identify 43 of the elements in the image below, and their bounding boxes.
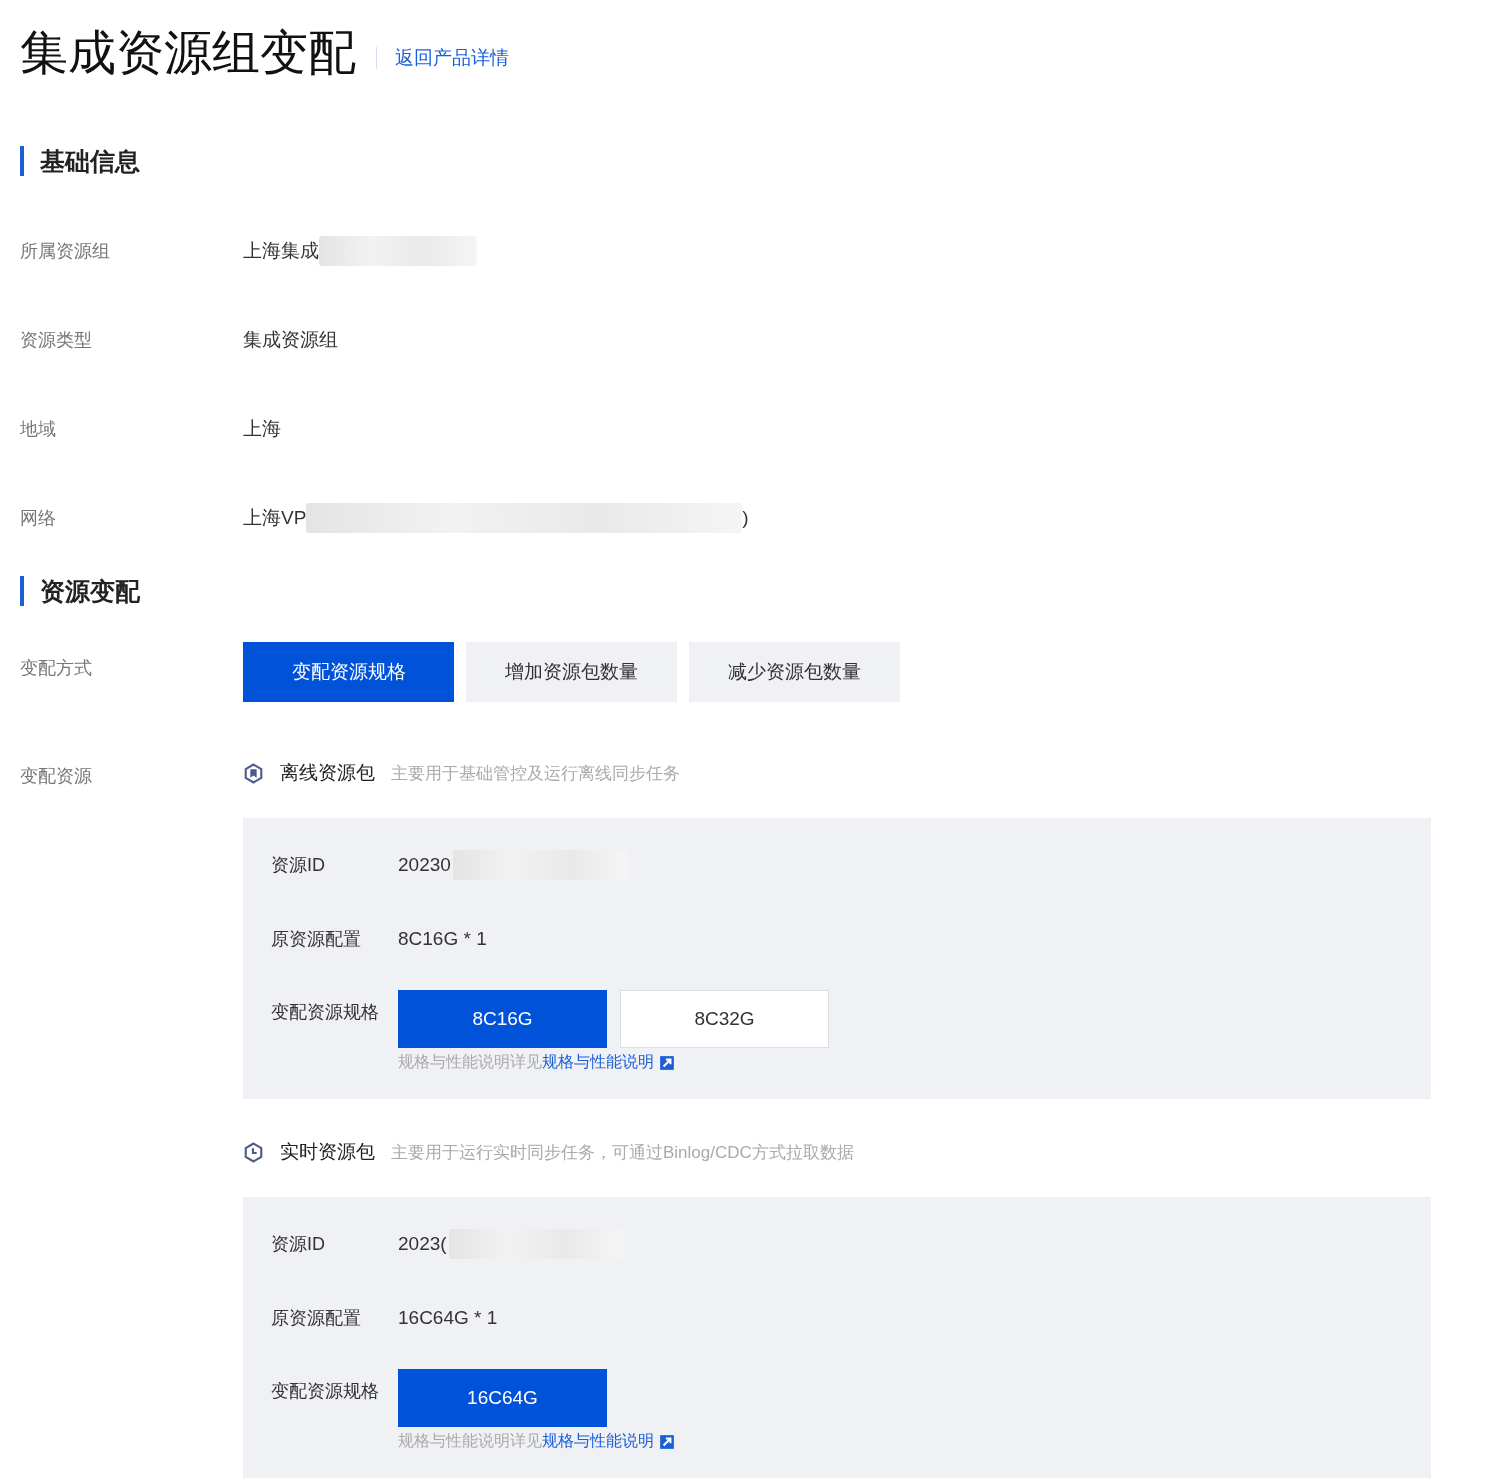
- hexagon-icon: [243, 762, 264, 784]
- field-value: 8C16G * 1: [398, 928, 487, 950]
- spec-link[interactable]: 规格与性能说明: [542, 1431, 654, 1452]
- field-value: 20230: [398, 854, 451, 876]
- spec-option[interactable]: 8C16G: [398, 990, 607, 1048]
- field-label: 网络: [20, 506, 57, 530]
- field-value: 上海: [243, 416, 281, 441]
- field-label: 变配资源规格: [271, 1380, 380, 1403]
- field-label: 资源ID: [271, 1233, 326, 1256]
- hint-text: 规格与性能说明详见: [398, 1431, 542, 1451]
- back-link[interactable]: 返回产品详情: [395, 45, 509, 71]
- field-value: 集成资源组: [243, 327, 338, 352]
- field-value: 上海VP: [243, 505, 307, 530]
- page-title: 集成资源组变配: [20, 25, 356, 81]
- hint-text: 规格与性能说明详见: [398, 1052, 542, 1072]
- field-label: 变配方式: [20, 657, 93, 680]
- field-value: ): [742, 506, 749, 529]
- mode-tab[interactable]: 减少资源包数量: [689, 642, 900, 702]
- section-heading: 基础信息: [20, 146, 1431, 176]
- package-name: 实时资源包: [280, 1140, 375, 1164]
- field-label: 地域: [20, 417, 57, 441]
- mode-tab[interactable]: 变配资源规格: [243, 642, 454, 702]
- spec-link[interactable]: 规格与性能说明: [542, 1052, 654, 1073]
- field-label: 原资源配置: [271, 1307, 362, 1330]
- package-description: 主要用于运行实时同步任务，可通过Binlog/CDC方式拉取数据: [391, 1141, 854, 1164]
- field-label: 资源类型: [20, 328, 93, 352]
- section-heading: 资源变配: [20, 576, 1431, 606]
- field-label: 变配资源规格: [271, 1001, 380, 1024]
- external-link-icon[interactable]: [659, 1433, 675, 1450]
- spec-option[interactable]: 16C64G: [398, 1369, 607, 1427]
- spec-option[interactable]: 8C32G: [620, 990, 829, 1048]
- field-label: 资源ID: [271, 854, 326, 877]
- package-description: 主要用于基础管控及运行离线同步任务: [391, 762, 680, 785]
- field-value: 16C64G * 1: [398, 1307, 498, 1329]
- external-link-icon[interactable]: [659, 1054, 675, 1071]
- field-label: 原资源配置: [271, 928, 362, 951]
- field-value: 上海集成: [243, 238, 319, 263]
- field-label: 所属资源组: [20, 239, 111, 263]
- package-name: 离线资源包: [280, 761, 375, 785]
- mode-tab[interactable]: 增加资源包数量: [466, 642, 677, 702]
- field-label: 变配资源: [20, 765, 93, 788]
- clock-icon: [243, 1141, 264, 1163]
- field-value: 2023(: [398, 1233, 447, 1255]
